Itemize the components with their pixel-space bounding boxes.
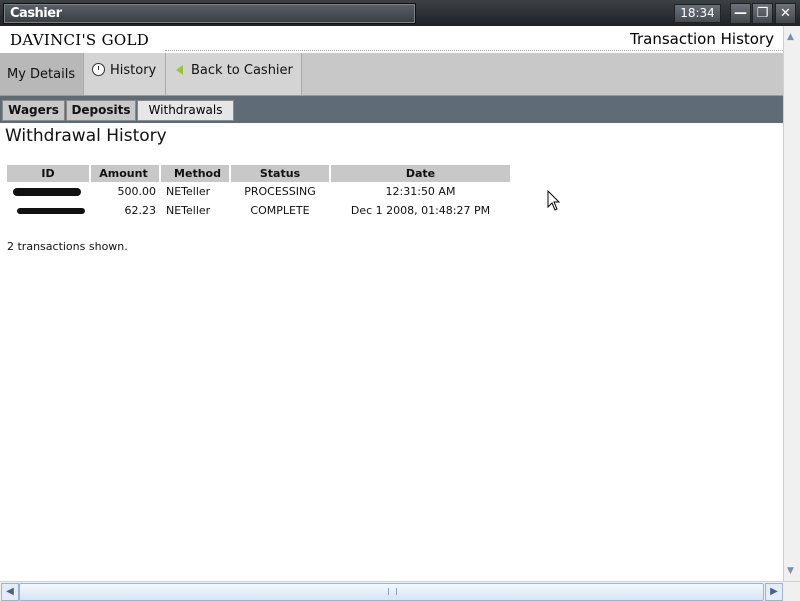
scroll-down-icon[interactable]: ▼	[787, 566, 797, 576]
page-title: Transaction History	[630, 30, 774, 48]
col-date: Date	[331, 165, 510, 182]
cell-id-redacted	[7, 182, 89, 201]
sub-nav: Wagers Deposits Withdrawals	[0, 96, 783, 123]
scroll-grip-icon	[388, 588, 397, 595]
transactions-summary: 2 transactions shown.	[7, 240, 128, 253]
tab-deposits[interactable]: Deposits	[66, 100, 136, 121]
horizontal-scrollbar[interactable]: ◀ ▶	[0, 581, 800, 601]
cell-date: Dec 1 2008, 01:48:27 PM	[350, 204, 491, 217]
table-header-row: ID Amount Method Status Date	[7, 165, 510, 182]
table-row: 500.00 NETeller PROCESSING 12:31:50 AM	[7, 182, 510, 201]
cell-method: NETeller	[166, 185, 211, 198]
col-id: ID	[7, 165, 89, 182]
clock: 18:34	[674, 4, 721, 23]
horizontal-scroll-thumb[interactable]	[19, 583, 764, 601]
col-method: Method	[161, 165, 229, 182]
nav-my-details[interactable]: My Details	[0, 53, 84, 95]
tab-wagers[interactable]: Wagers	[2, 100, 65, 121]
cell-method: NETeller	[166, 204, 211, 217]
brand-header: DAVINCI'S GOLD Transaction History	[0, 26, 783, 53]
window-titlebar: Cashier 18:34 — ❐ ✕	[0, 0, 800, 26]
vertical-scrollbar[interactable]: ▲ ▼	[783, 26, 800, 581]
cell-amount: 62.23	[124, 204, 157, 217]
nav-back-label: Back to Cashier	[191, 63, 293, 78]
scroll-up-icon[interactable]: ▲	[787, 32, 797, 42]
scroll-right-icon[interactable]: ▶	[765, 583, 783, 601]
mouse-cursor-icon	[547, 190, 561, 211]
cell-amount: 500.00	[117, 185, 157, 198]
window-title: Cashier	[10, 6, 62, 21]
cell-id-redacted	[7, 201, 89, 220]
redaction-mark	[13, 188, 81, 196]
nav-history[interactable]: History	[84, 53, 166, 95]
cell-status: COMPLETE	[250, 204, 310, 217]
nav-history-label: History	[110, 63, 157, 78]
col-status: Status	[231, 165, 329, 182]
transactions-table: ID Amount Method Status Date 500.00 NETe…	[5, 165, 512, 220]
col-amount: Amount	[91, 165, 159, 182]
scroll-left-icon[interactable]: ◀	[1, 583, 19, 601]
restore-button[interactable]: ❐	[752, 3, 773, 24]
cell-date: 12:31:50 AM	[385, 185, 456, 198]
nav-my-details-label: My Details	[7, 67, 76, 82]
brand-name: DAVINCI'S GOLD	[10, 31, 150, 49]
nav-back-to-cashier[interactable]: Back to Cashier	[166, 53, 302, 95]
main-nav: My Details History Back to Cashier	[0, 53, 783, 96]
cell-status: PROCESSING	[244, 185, 316, 198]
table-row: 62.23 NETeller COMPLETE Dec 1 2008, 01:4…	[7, 201, 510, 220]
clock-icon	[92, 63, 105, 76]
back-arrow-icon	[176, 65, 183, 75]
close-button[interactable]: ✕	[775, 3, 796, 24]
redaction-mark	[17, 208, 85, 214]
tab-withdrawals[interactable]: Withdrawals	[137, 100, 234, 121]
window-title-box: Cashier	[3, 3, 416, 24]
minimize-button[interactable]: —	[730, 3, 751, 24]
section-heading: Withdrawal History	[5, 126, 167, 146]
